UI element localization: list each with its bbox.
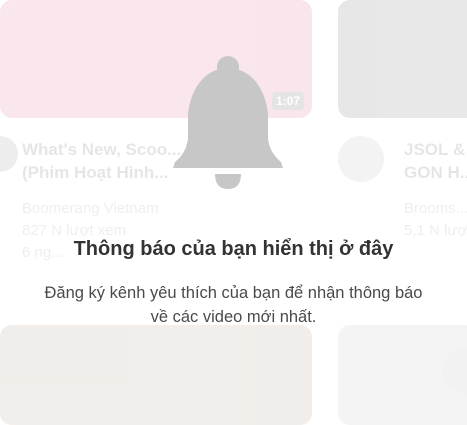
video-thumbnail <box>338 0 467 118</box>
bell-icon <box>171 56 285 190</box>
empty-state-title: Thông báo của bạn hiển thị ở đây <box>73 238 394 260</box>
channel-avatar <box>442 348 467 394</box>
video-title: JSOL & GON H... <box>404 140 467 182</box>
empty-state-description: Đăng ký kênh yêu thích của bạn để nhận t… <box>44 284 423 326</box>
video-meta: Brooms... 5,1 N lượ... <box>404 198 467 242</box>
channel-avatar <box>0 136 18 172</box>
channel-name: Boomerang Vietnam <box>22 200 159 217</box>
video-thumbnail <box>338 325 467 425</box>
channel-avatar <box>338 136 384 182</box>
channel-name: Brooms... <box>404 200 467 217</box>
video-thumbnail <box>0 325 312 425</box>
